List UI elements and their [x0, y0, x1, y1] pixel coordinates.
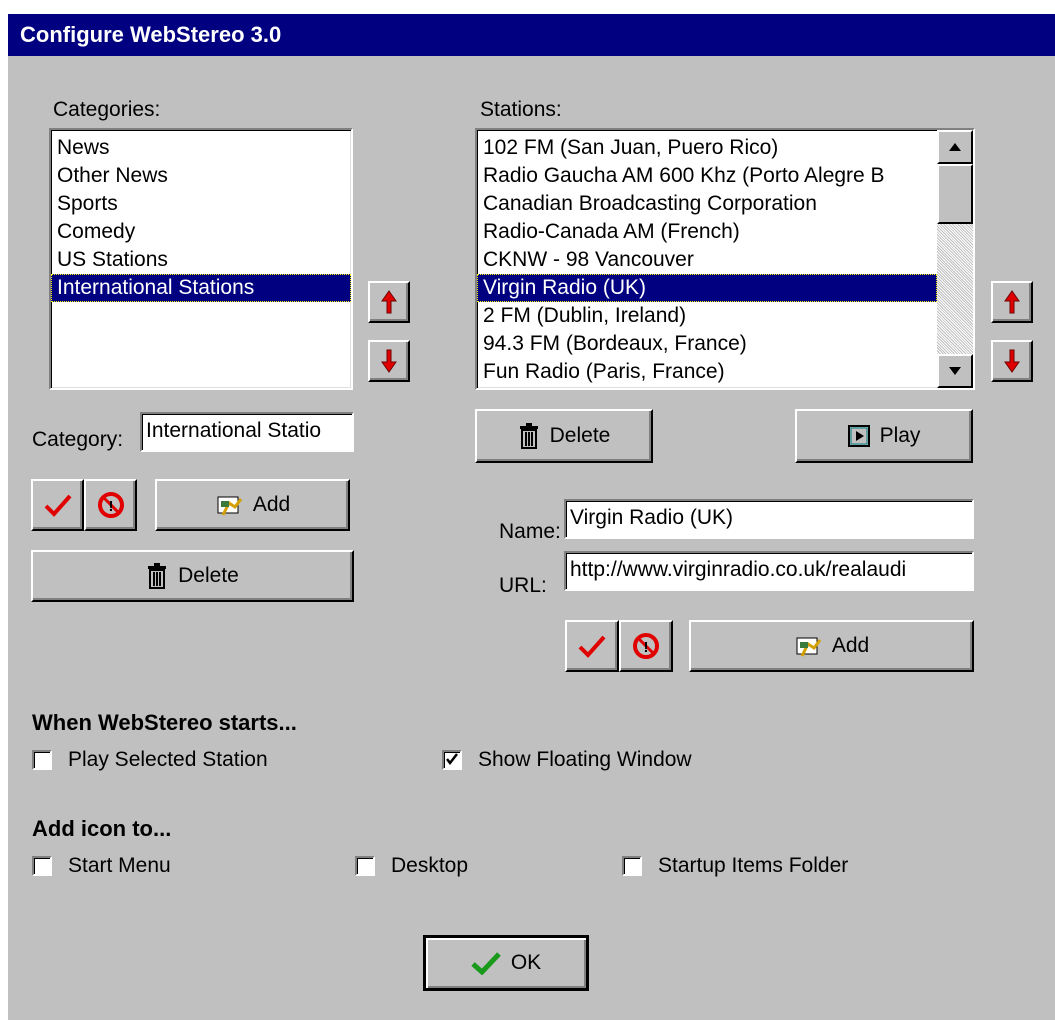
category-move-down-button[interactable] [368, 340, 410, 382]
title-bar-fill: Configure WebStereo 3.0 [8, 14, 1055, 56]
category-accept-button[interactable] [31, 479, 84, 531]
title-bar: Configure WebStereo 3.0 [0, 0, 1055, 56]
checkbox-box[interactable] [32, 856, 52, 876]
station-move-up-button[interactable] [991, 281, 1033, 323]
station-name-label: Name: [499, 520, 561, 543]
check-icon [578, 635, 606, 658]
check-icon [44, 494, 71, 517]
desktop-checkbox[interactable]: Desktop [355, 854, 468, 878]
list-item[interactable]: Virgin Radio (UK) [477, 274, 937, 302]
list-item[interactable]: Radio-Canada AM (French) [477, 218, 937, 246]
svg-text:!: ! [108, 498, 113, 515]
category-cancel-button[interactable]: ! [84, 479, 137, 531]
start-menu-checkbox[interactable]: Start Menu [32, 854, 171, 878]
station-add-label: Add [831, 634, 870, 657]
station-move-down-button[interactable] [991, 340, 1033, 382]
play-selected-label: Play Selected Station [68, 748, 268, 771]
list-item[interactable]: Sports [51, 190, 351, 218]
station-url-field[interactable]: http://www.virginradio.co.uk/realaudi [564, 551, 974, 591]
startup-folder-checkbox[interactable]: Startup Items Folder [622, 854, 848, 878]
category-name-field[interactable]: International Statio [140, 412, 354, 452]
scroll-down-button[interactable] [937, 354, 973, 388]
arrow-down-icon [1004, 349, 1020, 373]
list-item[interactable]: Comedy [51, 218, 351, 246]
station-url-label: URL: [499, 574, 547, 597]
station-accept-button[interactable] [565, 620, 619, 672]
list-item[interactable]: 2 FM (Dublin, Ireland) [477, 302, 937, 330]
show-floating-checkbox[interactable]: Show Floating Window [442, 748, 692, 772]
checkbox-box[interactable] [32, 750, 52, 770]
cancel-icon: ! [633, 633, 659, 659]
startup-heading: When WebStereo starts... [32, 710, 297, 735]
start-menu-label: Start Menu [68, 854, 171, 877]
desktop-label: Desktop [391, 854, 469, 877]
scroll-up-arrow-icon [949, 143, 961, 151]
category-field-label: Category: [32, 428, 124, 451]
station-add-button[interactable]: Add [689, 620, 974, 672]
play-label: Play [879, 424, 921, 447]
category-add-button[interactable]: Add [155, 479, 350, 531]
checkbox-box[interactable] [355, 856, 375, 876]
checkbox-box[interactable] [442, 750, 462, 770]
scroll-down-arrow-icon [949, 367, 961, 375]
categories-listbox[interactable]: News Other News Sports Comedy US Stations Int… [49, 128, 353, 390]
add-icon-heading: Add icon to... [32, 816, 172, 841]
window-title: Configure WebStereo 3.0 [20, 22, 282, 47]
stations-label: Stations: [480, 98, 562, 121]
station-cancel-button[interactable]: ! [619, 620, 673, 672]
list-item[interactable]: 102 FM (San Juan, Puero Rico) [477, 134, 937, 162]
categories-label: Categories: [53, 98, 161, 121]
svg-text:!: ! [644, 639, 649, 656]
station-delete-button[interactable]: Delete [475, 409, 653, 463]
list-item[interactable]: Canadian Broadcasting Corporation [477, 190, 937, 218]
scroll-thumb[interactable] [937, 164, 973, 224]
stations-scrollbar[interactable] [937, 130, 973, 388]
list-item[interactable]: Other News [51, 162, 351, 190]
scroll-up-button[interactable] [937, 130, 973, 164]
stations-listbox[interactable]: 102 FM (San Juan, Puero Rico) Radio Gauch… [477, 130, 937, 388]
window-frame [0, 14, 8, 1020]
category-move-up-button[interactable] [368, 281, 410, 323]
arrow-up-icon [381, 290, 397, 314]
cancel-icon: ! [97, 492, 124, 518]
arrow-down-icon [381, 349, 397, 373]
play-button[interactable]: Play [795, 409, 973, 463]
list-item[interactable]: US Stations [51, 246, 351, 274]
trash-icon [146, 563, 168, 589]
category-add-label: Add [252, 493, 291, 516]
show-floating-label: Show Floating Window [478, 748, 692, 771]
ok-button[interactable]: OK [423, 935, 589, 991]
list-item[interactable]: 94.3 FM (Bordeaux, France) [477, 330, 937, 358]
list-item[interactable]: International Stations [51, 274, 351, 302]
list-item[interactable]: CKNW - 98 Vancouver [477, 246, 937, 274]
trash-icon [518, 423, 540, 449]
station-delete-label: Delete [549, 424, 611, 447]
startup-folder-label: Startup Items Folder [658, 854, 849, 877]
list-item[interactable]: Radio Gaucha AM 600 Khz (Porto Alegre B [477, 162, 937, 190]
arrow-up-icon [1004, 290, 1020, 314]
list-item[interactable]: News [51, 134, 351, 162]
checkbox-box[interactable] [622, 856, 642, 876]
list-item[interactable]: Fun Radio (Paris, France) [477, 358, 937, 386]
ok-label: OK [510, 951, 542, 974]
hand-add-icon [215, 493, 243, 517]
play-selected-checkbox[interactable]: Play Selected Station [32, 748, 268, 772]
green-check-icon [471, 951, 501, 975]
station-name-field[interactable]: Virgin Radio (UK) [564, 499, 974, 539]
category-delete-button[interactable]: Delete [31, 550, 354, 602]
stations-listbox-frame: 102 FM (San Juan, Puero Rico) Radio Gauch… [475, 128, 975, 390]
category-delete-label: Delete [178, 564, 239, 587]
play-icon [847, 425, 870, 447]
hand-add-icon [794, 634, 822, 658]
checkmark-icon [445, 748, 459, 772]
